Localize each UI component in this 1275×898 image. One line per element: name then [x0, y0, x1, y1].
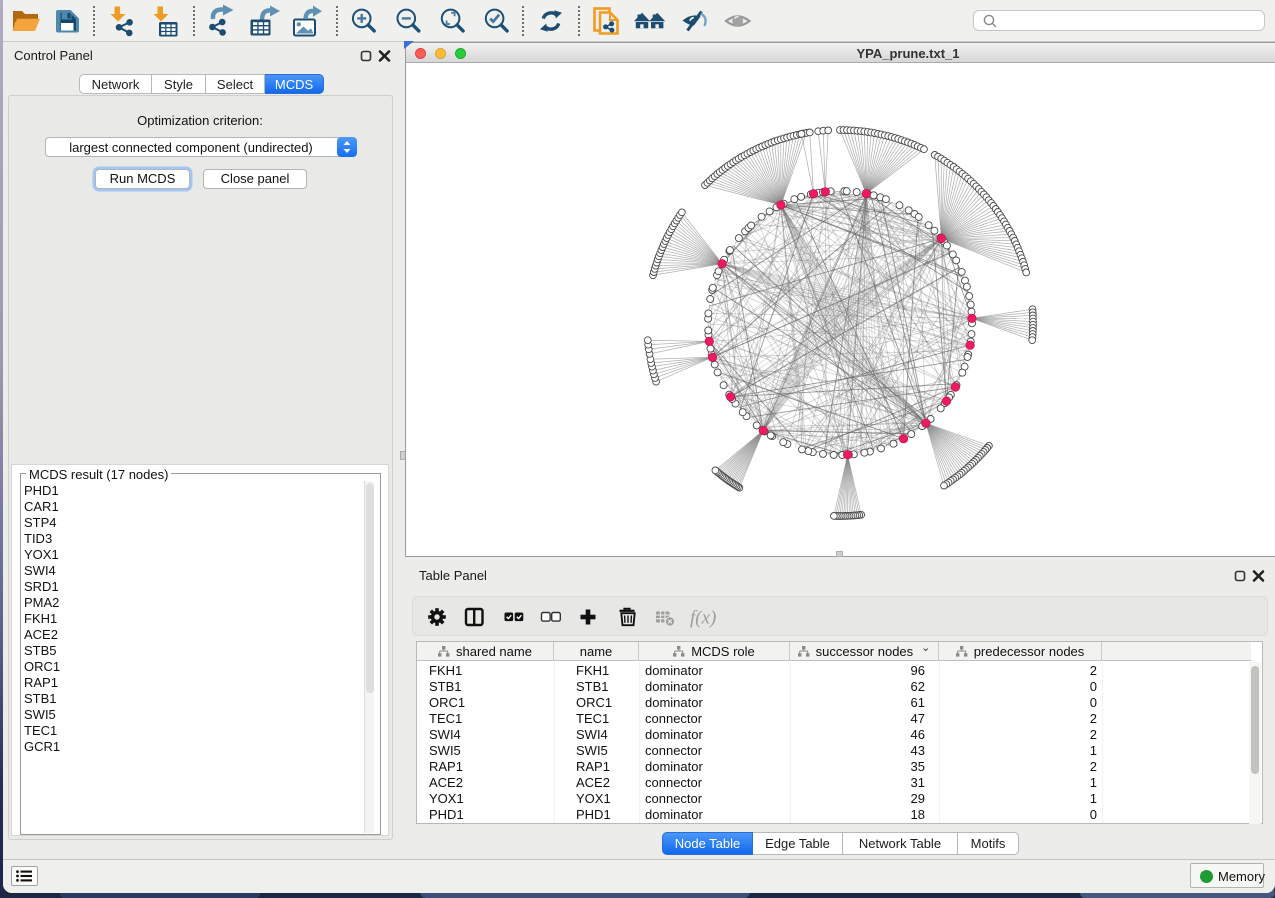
svg-text:f(x): f(x): [690, 608, 716, 629]
